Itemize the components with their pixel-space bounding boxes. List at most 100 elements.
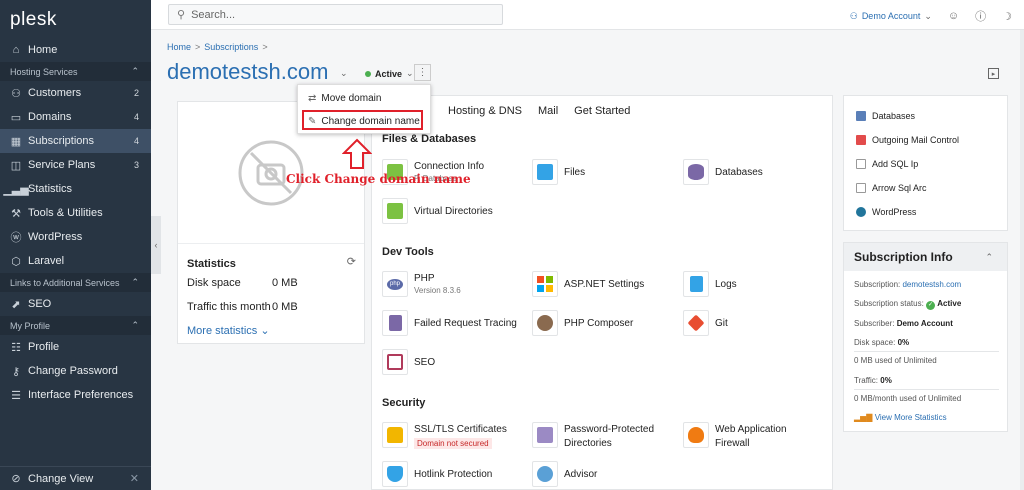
tool-git[interactable]: Git bbox=[683, 310, 728, 336]
disk-usage-row: 0 MB used of Unlimited bbox=[854, 356, 937, 365]
chevron-down-icon: ⌄ bbox=[406, 68, 414, 78]
breadcrumb-subscriptions[interactable]: Subscriptions bbox=[204, 42, 258, 52]
subscription-status-row: Subscription status: ✓ Active bbox=[854, 299, 962, 310]
breadcrumb: Home > Subscriptions > bbox=[167, 42, 268, 52]
sidebar-group-hosting[interactable]: Hosting Services ⌃ bbox=[0, 62, 151, 81]
tool-password-protected-directories[interactable]: Password-Protected Directories bbox=[532, 422, 654, 450]
chevron-down-icon[interactable]: ⌄ bbox=[340, 68, 348, 79]
sidebar-item-statistics[interactable]: ▁▃▅ Statistics bbox=[0, 177, 151, 201]
subscription-name-row: Subscription: demotestsh.com bbox=[854, 280, 962, 289]
tool-files[interactable]: Files bbox=[532, 159, 585, 185]
domain-not-secured-badge: Domain not secured bbox=[414, 438, 492, 449]
home-icon: ⌂ bbox=[12, 44, 20, 56]
subscriber-row: Subscriber: Demo Account bbox=[854, 319, 953, 328]
sidebar-item-tools[interactable]: ⚒ Tools & Utilities bbox=[0, 201, 151, 225]
close-icon[interactable]: ✕ bbox=[130, 472, 139, 485]
tool-aspnet-settings[interactable]: ASP.NET Settings bbox=[532, 271, 644, 297]
chevron-left-icon: ‹ bbox=[154, 240, 158, 250]
subscription-info-header[interactable]: Subscription Info ⌃ bbox=[844, 243, 1007, 271]
change-view-button[interactable]: ⊘ Change View ✕ bbox=[0, 466, 151, 490]
search-input[interactable]: ⚲ Search... bbox=[168, 4, 503, 25]
tool-ssl-certificates[interactable]: SSL/TLS Certificates Domain not secured bbox=[382, 422, 507, 449]
chevron-up-icon: ⌃ bbox=[131, 277, 139, 287]
sidebar-item-domains[interactable]: ▭ Domains 4 bbox=[0, 105, 151, 129]
tab-hosting-dns[interactable]: Hosting & DNS bbox=[448, 105, 522, 121]
sidebar-item-profile[interactable]: ☷ Profile bbox=[0, 335, 151, 359]
sidebar-item-change-password[interactable]: ⚷ Change Password bbox=[0, 359, 151, 383]
trend-icon: ⬈ bbox=[11, 298, 21, 311]
tab-get-started[interactable]: Get Started bbox=[574, 105, 630, 121]
sidebar: plesk ⌂ Home Hosting Services ⌃ ⚇ Customers… bbox=[0, 0, 151, 490]
tool-logs[interactable]: Logs bbox=[683, 271, 737, 297]
refresh-icon[interactable]: ⟳ bbox=[347, 255, 356, 268]
sidebar-group-profile[interactable]: My Profile ⌃ bbox=[0, 316, 151, 335]
link-wordpress[interactable]: WordPress bbox=[856, 207, 916, 217]
sidebar-item-subscriptions[interactable]: ▦ Subscriptions 4 bbox=[0, 129, 151, 153]
account-menu[interactable]: ⚇ Demo Account ⌄ bbox=[850, 11, 932, 22]
theme-moon-icon[interactable]: ☽ bbox=[1002, 10, 1012, 23]
sidebar-collapse-button[interactable]: ‹ bbox=[151, 216, 161, 274]
annotation-text: Click Change domain name bbox=[286, 172, 471, 186]
kebab-icon: ⋮ bbox=[417, 67, 428, 78]
tool-hotlink-protection[interactable]: Hotlink Protection bbox=[382, 461, 492, 487]
move-domain-item[interactable]: ⇄ Move domain bbox=[308, 93, 381, 104]
firewall-flame-icon bbox=[683, 422, 709, 448]
sidebar-item-interface-preferences[interactable]: ☰ Interface Preferences bbox=[0, 383, 151, 407]
tool-failed-request-tracing[interactable]: Failed Request Tracing bbox=[382, 310, 517, 336]
tool-seo[interactable]: SEO bbox=[382, 349, 435, 375]
suggestions-icon[interactable]: ☺ bbox=[948, 10, 959, 22]
windows-icon bbox=[532, 271, 558, 297]
wordpress-icon bbox=[856, 207, 866, 217]
hotlink-shield-icon bbox=[382, 461, 408, 487]
window-icon bbox=[856, 183, 866, 193]
link-add-sql-ip[interactable]: Add SQL Ip bbox=[856, 159, 918, 169]
disk-space-row: Disk space: 0% bbox=[854, 338, 910, 347]
tool-databases[interactable]: Databases bbox=[683, 159, 763, 185]
help-icon[interactable]: ⓘ bbox=[975, 8, 986, 24]
highlight-box bbox=[302, 110, 423, 130]
view-more-statistics-link[interactable]: ▂▅▇ View More Statistics bbox=[854, 413, 947, 422]
swap-arrows-icon: ⇄ bbox=[308, 93, 317, 104]
sidebar-item-seo[interactable]: ⬈ SEO bbox=[0, 292, 151, 316]
wordpress-icon: ⓦ bbox=[10, 232, 22, 244]
plesk-logo[interactable]: plesk bbox=[0, 0, 151, 38]
tool-php-composer[interactable]: PHP Composer bbox=[532, 310, 633, 336]
more-actions-button[interactable]: ⋮ bbox=[414, 64, 431, 81]
sidebar-item-customers[interactable]: ⚇ Customers 2 bbox=[0, 81, 151, 105]
grid-icon: ▦ bbox=[10, 135, 22, 148]
link-arrow-sql-arc[interactable]: Arrow Sql Arc bbox=[856, 183, 927, 193]
panel-toggle-button[interactable]: ▸ bbox=[988, 68, 999, 79]
php-icon: php bbox=[382, 271, 408, 297]
logs-icon bbox=[683, 271, 709, 297]
traffic-usage-row: 0 MB/month used of Unlimited bbox=[854, 394, 962, 403]
tool-web-application-firewall[interactable]: Web Application Firewall bbox=[683, 422, 787, 450]
failed-request-icon bbox=[382, 310, 408, 336]
sidebar-item-home[interactable]: ⌂ Home bbox=[0, 38, 151, 62]
list-icon: ☰ bbox=[11, 389, 21, 402]
check-circle-icon: ✓ bbox=[926, 301, 936, 310]
tool-virtual-directories[interactable]: Virtual Directories bbox=[382, 198, 493, 224]
link-outgoing-mail-control[interactable]: Outgoing Mail Control bbox=[856, 135, 959, 145]
sidebar-group-links[interactable]: Links to Additional Services ⌃ bbox=[0, 273, 151, 292]
chevron-down-icon: ⌄ bbox=[260, 325, 270, 337]
virtual-folder-icon bbox=[382, 198, 408, 224]
status-badge[interactable]: Active ⌄ bbox=[365, 68, 414, 79]
sidebar-item-laravel[interactable]: ⬡ Laravel bbox=[0, 249, 151, 273]
sidebar-item-wordpress[interactable]: ⓦ WordPress bbox=[0, 225, 151, 249]
link-databases[interactable]: Databases bbox=[856, 111, 915, 121]
chevron-up-icon: ⌃ bbox=[131, 320, 139, 330]
change-view-icon: ⊘ bbox=[11, 473, 21, 485]
tool-advisor[interactable]: Advisor bbox=[532, 461, 597, 487]
more-statistics-link[interactable]: More statistics ⌄ bbox=[187, 324, 270, 337]
subscription-info-panel: Subscription Info ⌃ Subscription: demotes… bbox=[843, 242, 1008, 432]
page-scrollbar[interactable] bbox=[1020, 30, 1024, 490]
mail-icon bbox=[856, 135, 866, 145]
sidebar-item-service-plans[interactable]: ◫ Service Plans 3 bbox=[0, 153, 151, 177]
subscription-link[interactable]: demotestsh.com bbox=[902, 280, 961, 289]
tabs: Hosting & DNS Mail Get Started bbox=[448, 105, 630, 121]
page-title[interactable]: demotestsh.com bbox=[167, 59, 328, 85]
bar-chart-icon: ▂▅▇ bbox=[854, 413, 873, 422]
tool-php[interactable]: php PHP Version 8.3.6 bbox=[382, 271, 461, 297]
breadcrumb-home[interactable]: Home bbox=[167, 42, 191, 52]
tab-mail[interactable]: Mail bbox=[538, 105, 558, 121]
